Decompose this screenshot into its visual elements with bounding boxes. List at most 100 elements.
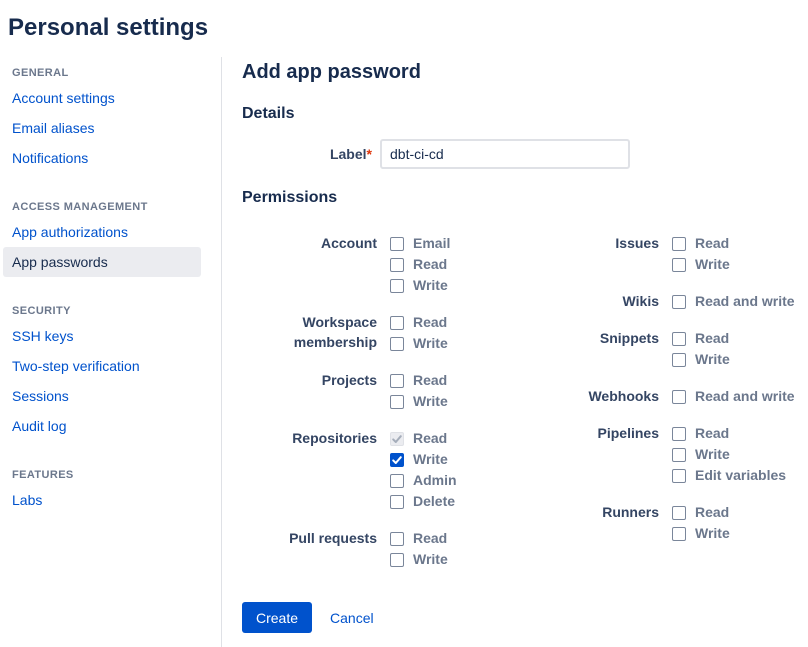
- permission-option-workspace-membership-read[interactable]: Read: [390, 312, 448, 333]
- sidebar-item-email-aliases[interactable]: Email aliases: [3, 113, 201, 143]
- create-button[interactable]: Create: [242, 602, 312, 633]
- checkbox-icon[interactable]: [390, 258, 404, 272]
- checkbox-icon[interactable]: [390, 279, 404, 293]
- sidebar-item-labs[interactable]: Labs: [3, 485, 201, 515]
- permissions-columns: AccountEmailReadWrite Workspace membershi…: [242, 217, 808, 570]
- cancel-link[interactable]: Cancel: [330, 610, 374, 626]
- permission-option-pipelines-read[interactable]: Read: [672, 423, 786, 444]
- permission-option-pipelines-write[interactable]: Write: [672, 444, 786, 465]
- permissions-column-right: IssuesReadWriteWikisRead and writeSnippe…: [560, 217, 808, 570]
- permission-option-runners-write[interactable]: Write: [672, 523, 730, 544]
- checkbox-icon[interactable]: [672, 237, 686, 251]
- checkbox-checked-icon[interactable]: [390, 453, 404, 467]
- page-title: Personal settings: [0, 0, 808, 44]
- permission-group-label: Wikis: [560, 291, 672, 312]
- permission-option-pipelines-edit-variables[interactable]: Edit variables: [672, 465, 786, 486]
- permission-group-label: Snippets: [560, 328, 672, 370]
- permission-option-label: Read: [695, 423, 729, 444]
- settings-sidebar: GENERALAccount settingsEmail aliasesNoti…: [0, 57, 222, 647]
- permission-group-pull-requests: Pull requestsReadWrite: [242, 528, 560, 570]
- permission-group-issues: IssuesReadWrite: [560, 233, 808, 275]
- checkbox-icon[interactable]: [390, 553, 404, 567]
- sidebar-item-audit-log[interactable]: Audit log: [3, 411, 201, 441]
- checkbox-icon[interactable]: [672, 527, 686, 541]
- permission-option-wikis-read-and-write[interactable]: Read and write: [672, 291, 795, 312]
- sidebar-item-app-authorizations[interactable]: App authorizations: [3, 217, 201, 247]
- sidebar-section-heading: GENERAL: [3, 63, 201, 83]
- sidebar-section-heading: FEATURES: [3, 465, 201, 485]
- permission-group-webhooks: WebhooksRead and write: [560, 386, 808, 407]
- sidebar-item-sessions[interactable]: Sessions: [3, 381, 201, 411]
- permission-group-label: Repositories: [242, 428, 390, 512]
- checkbox-icon[interactable]: [390, 532, 404, 546]
- permission-option-workspace-membership-write[interactable]: Write: [390, 333, 448, 354]
- label-input[interactable]: [380, 139, 630, 169]
- checkbox-icon[interactable]: [390, 374, 404, 388]
- permission-option-pull-requests-read[interactable]: Read: [390, 528, 448, 549]
- form-title: Add app password: [242, 59, 808, 85]
- permission-options: EmailReadWrite: [390, 233, 450, 296]
- permission-option-projects-write[interactable]: Write: [390, 391, 448, 412]
- checkbox-icon[interactable]: [672, 427, 686, 441]
- permission-options: ReadWriteEdit variables: [672, 423, 786, 486]
- checkbox-checked-icon: [390, 432, 404, 446]
- permission-option-webhooks-read-and-write[interactable]: Read and write: [672, 386, 795, 407]
- permission-option-label: Read: [413, 528, 447, 549]
- permission-option-pull-requests-write[interactable]: Write: [390, 549, 448, 570]
- permission-option-repositories-write[interactable]: Write: [390, 449, 457, 470]
- permission-option-repositories-admin[interactable]: Admin: [390, 470, 457, 491]
- permission-option-account-email[interactable]: Email: [390, 233, 450, 254]
- permission-options: ReadWrite: [672, 233, 730, 275]
- required-marker: *: [367, 146, 372, 162]
- permission-option-issues-read[interactable]: Read: [672, 233, 730, 254]
- permission-option-label: Read: [695, 502, 729, 523]
- permission-option-label: Write: [413, 549, 448, 570]
- checkbox-icon[interactable]: [672, 258, 686, 272]
- permission-group-projects: ProjectsReadWrite: [242, 370, 560, 412]
- permission-options: ReadWrite: [672, 502, 730, 544]
- sidebar-section-features: FEATURESLabs: [3, 465, 201, 515]
- checkbox-icon[interactable]: [390, 474, 404, 488]
- permission-option-issues-write[interactable]: Write: [672, 254, 730, 275]
- checkbox-icon[interactable]: [672, 332, 686, 346]
- checkbox-icon[interactable]: [390, 395, 404, 409]
- sidebar-section-heading: SECURITY: [3, 301, 201, 321]
- permission-group-workspace-membership: Workspace membershipReadWrite: [242, 312, 560, 354]
- permission-option-account-write[interactable]: Write: [390, 275, 450, 296]
- permission-option-projects-read[interactable]: Read: [390, 370, 448, 391]
- checkbox-icon[interactable]: [390, 316, 404, 330]
- permission-group-account: AccountEmailReadWrite: [242, 233, 560, 296]
- permission-option-runners-read[interactable]: Read: [672, 502, 730, 523]
- settings-layout: GENERALAccount settingsEmail aliasesNoti…: [0, 57, 808, 647]
- details-heading: Details: [242, 105, 808, 123]
- check-glyph: [391, 454, 403, 466]
- permission-option-account-read[interactable]: Read: [390, 254, 450, 275]
- permission-options: ReadWrite: [390, 370, 448, 412]
- form-actions: Create Cancel: [242, 602, 808, 633]
- checkbox-icon[interactable]: [672, 469, 686, 483]
- checkbox-icon[interactable]: [672, 448, 686, 462]
- permission-option-label: Email: [413, 233, 450, 254]
- permission-option-label: Write: [413, 449, 448, 470]
- checkbox-icon[interactable]: [672, 295, 686, 309]
- permission-option-snippets-read[interactable]: Read: [672, 328, 730, 349]
- permission-option-snippets-write[interactable]: Write: [672, 349, 730, 370]
- checkbox-icon[interactable]: [390, 337, 404, 351]
- sidebar-item-app-passwords[interactable]: App passwords: [3, 247, 201, 277]
- checkbox-icon[interactable]: [390, 237, 404, 251]
- sidebar-item-two-step-verification[interactable]: Two-step verification: [3, 351, 201, 381]
- checkbox-icon[interactable]: [390, 495, 404, 509]
- checkbox-icon[interactable]: [672, 506, 686, 520]
- permission-group-label: Workspace membership: [242, 312, 390, 354]
- sidebar-item-ssh-keys[interactable]: SSH keys: [3, 321, 201, 351]
- checkbox-icon[interactable]: [672, 390, 686, 404]
- permission-group-label: Pipelines: [560, 423, 672, 486]
- sidebar-item-notifications[interactable]: Notifications: [3, 143, 201, 173]
- permission-option-repositories-delete[interactable]: Delete: [390, 491, 457, 512]
- permission-options: ReadWrite: [672, 328, 730, 370]
- sidebar-section-heading: ACCESS MANAGEMENT: [3, 197, 201, 217]
- permission-option-label: Write: [413, 333, 448, 354]
- sidebar-item-account-settings[interactable]: Account settings: [3, 83, 201, 113]
- checkbox-icon[interactable]: [672, 353, 686, 367]
- permission-option-label: Read: [413, 428, 447, 449]
